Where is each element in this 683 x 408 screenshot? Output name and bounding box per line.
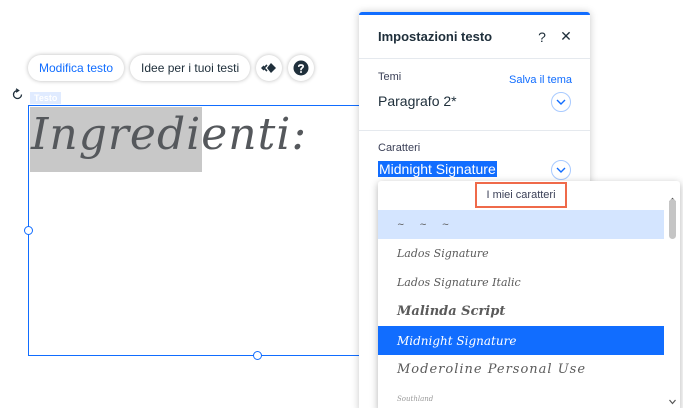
text-content[interactable]: Ingredienti: (31, 108, 307, 162)
help-button[interactable] (288, 55, 315, 81)
font-option[interactable]: Malinda Script (378, 297, 664, 326)
animation-icon (261, 63, 277, 73)
chevron-down-icon (556, 99, 566, 105)
text-component[interactable]: Ingredienti: (28, 105, 373, 356)
font-option[interactable]: ~ ~ ~ (378, 210, 664, 239)
text-ideas-button[interactable]: Idee per i tuoi testi (130, 55, 251, 81)
resize-handle-left[interactable] (24, 226, 33, 235)
help-icon (293, 60, 309, 76)
animation-button[interactable] (256, 55, 283, 81)
themes-dropdown-button[interactable] (551, 92, 571, 112)
font-dropdown: I miei caratteri ~ ~ ~ Lados Signature L… (378, 181, 680, 408)
dropdown-scroll-thumb[interactable] (669, 199, 676, 239)
fonts-label: Caratteri (378, 142, 421, 154)
themes-value[interactable]: Paragrafo 2* (378, 93, 457, 109)
floating-toolbar: Modifica testo Idee per i tuoi testi (28, 55, 315, 81)
save-theme-link[interactable]: Salva il tema (509, 74, 572, 86)
font-option[interactable]: Midnight Signature (378, 326, 664, 355)
font-option[interactable]: Moderoline Personal Use (378, 355, 664, 384)
resize-handle-bottom[interactable] (253, 351, 262, 360)
close-icon[interactable]: ✕ (554, 25, 578, 49)
help-icon[interactable]: ? (530, 25, 554, 49)
chevron-down-icon (556, 167, 566, 173)
themes-section: Temi Salva il tema Paragrafo 2* (359, 60, 590, 131)
rotate-icon[interactable] (11, 88, 24, 101)
fonts-dropdown-button[interactable] (551, 160, 571, 180)
panel-header: Impostazioni testo ? ✕ (359, 15, 590, 59)
panel-title: Impostazioni testo (378, 29, 493, 44)
dropdown-header: I miei caratteri (378, 181, 680, 210)
font-option[interactable]: Southland (378, 384, 664, 408)
font-list: ~ ~ ~ Lados Signature Lados Signature It… (378, 210, 664, 408)
font-option[interactable]: Lados Signature Italic (378, 268, 664, 297)
fonts-value[interactable]: Midnight Signature (378, 161, 497, 177)
themes-label: Temi (378, 71, 402, 83)
edit-text-button[interactable]: Modifica testo (28, 55, 125, 81)
font-category-button[interactable]: I miei caratteri (475, 182, 567, 208)
component-tag: Testo (30, 92, 62, 104)
font-option[interactable]: Lados Signature (378, 239, 664, 268)
